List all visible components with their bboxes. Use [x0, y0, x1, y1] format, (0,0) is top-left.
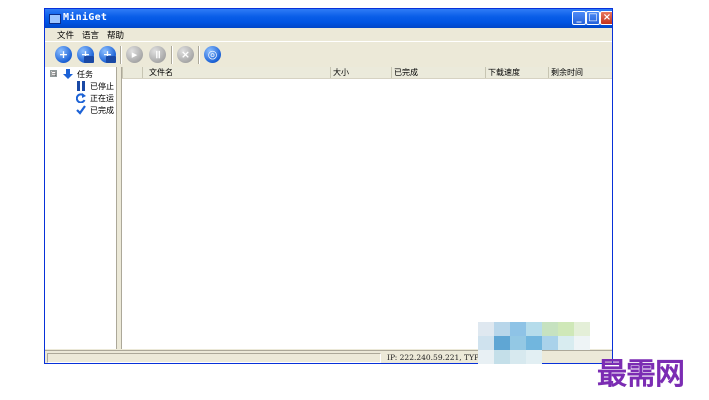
- toolbar-separator: [171, 46, 173, 64]
- add-from-clipboard-button[interactable]: +: [99, 46, 116, 63]
- add-icon: +: [58, 48, 69, 61]
- pause-bars-icon: [77, 81, 85, 91]
- column-header-speed[interactable]: 下载速度: [485, 67, 548, 78]
- minimize-button[interactable]: _: [572, 11, 586, 25]
- add-task-button[interactable]: +: [55, 46, 72, 63]
- menu-file[interactable]: 文件: [57, 29, 74, 41]
- column-header-filename[interactable]: 文件名: [142, 67, 330, 78]
- column-header-completed[interactable]: 已完成: [391, 67, 485, 78]
- column-header-remaining[interactable]: 剩余时间: [548, 67, 612, 78]
- pause-icon: ॥: [154, 48, 161, 61]
- status-ip-text: IP: 222.240.59.221, TYPE: [387, 353, 485, 362]
- checkmark-icon: [76, 105, 86, 115]
- refresh-icon: [76, 93, 86, 103]
- maximize-button[interactable]: □: [586, 11, 600, 25]
- start-button[interactable]: ▸: [126, 46, 143, 63]
- start-icon: ▸: [131, 48, 138, 61]
- tree-item-completed[interactable]: 已完成: [90, 105, 114, 116]
- watermark-text: 最需网: [597, 357, 685, 392]
- download-list[interactable]: 文件名 大小 已完成 下载速度 剩余时间: [121, 67, 612, 349]
- app-icon: [49, 14, 61, 24]
- tree-item-running[interactable]: 正在运: [90, 93, 114, 104]
- task-tree: ⊟ 任务 已停止 正在运 已完成 ‹ ›: [45, 67, 117, 349]
- menu-help[interactable]: 帮助: [107, 29, 124, 41]
- title-bar[interactable]: MiniGet _ □ ×: [45, 9, 612, 28]
- close-button[interactable]: ×: [600, 11, 612, 25]
- column-header-blank[interactable]: [122, 67, 142, 78]
- down-arrow-icon: [63, 69, 73, 79]
- miniget-window: MiniGet _ □ × 文件 语言 帮助 + + + ▸ ॥ × ◎ ⊟ 任…: [44, 8, 613, 364]
- status-panel: [47, 353, 381, 363]
- list-header: 文件名 大小 已完成 下载速度 剩余时间: [122, 67, 612, 79]
- tree-item-tasks[interactable]: 任务: [77, 69, 93, 80]
- delete-icon: ×: [180, 48, 191, 61]
- column-header-size[interactable]: 大小: [330, 67, 391, 78]
- settings-button[interactable]: ◎: [204, 46, 221, 63]
- mosaic-overlay: [478, 322, 608, 364]
- toolbar-separator: [120, 46, 122, 64]
- pause-button[interactable]: ॥: [149, 46, 166, 63]
- add-batch-button[interactable]: +: [77, 46, 94, 63]
- toolbar: + + + ▸ ॥ × ◎: [45, 41, 612, 68]
- window-title: MiniGet: [63, 12, 108, 23]
- tree-item-stopped[interactable]: 已停止: [90, 81, 114, 92]
- delete-button[interactable]: ×: [177, 46, 194, 63]
- menu-bar: 文件 语言 帮助: [45, 28, 612, 41]
- settings-icon: ◎: [207, 48, 218, 61]
- toolbar-separator: [198, 46, 200, 64]
- collapse-icon[interactable]: ⊟: [50, 70, 57, 78]
- menu-language[interactable]: 语言: [82, 29, 99, 41]
